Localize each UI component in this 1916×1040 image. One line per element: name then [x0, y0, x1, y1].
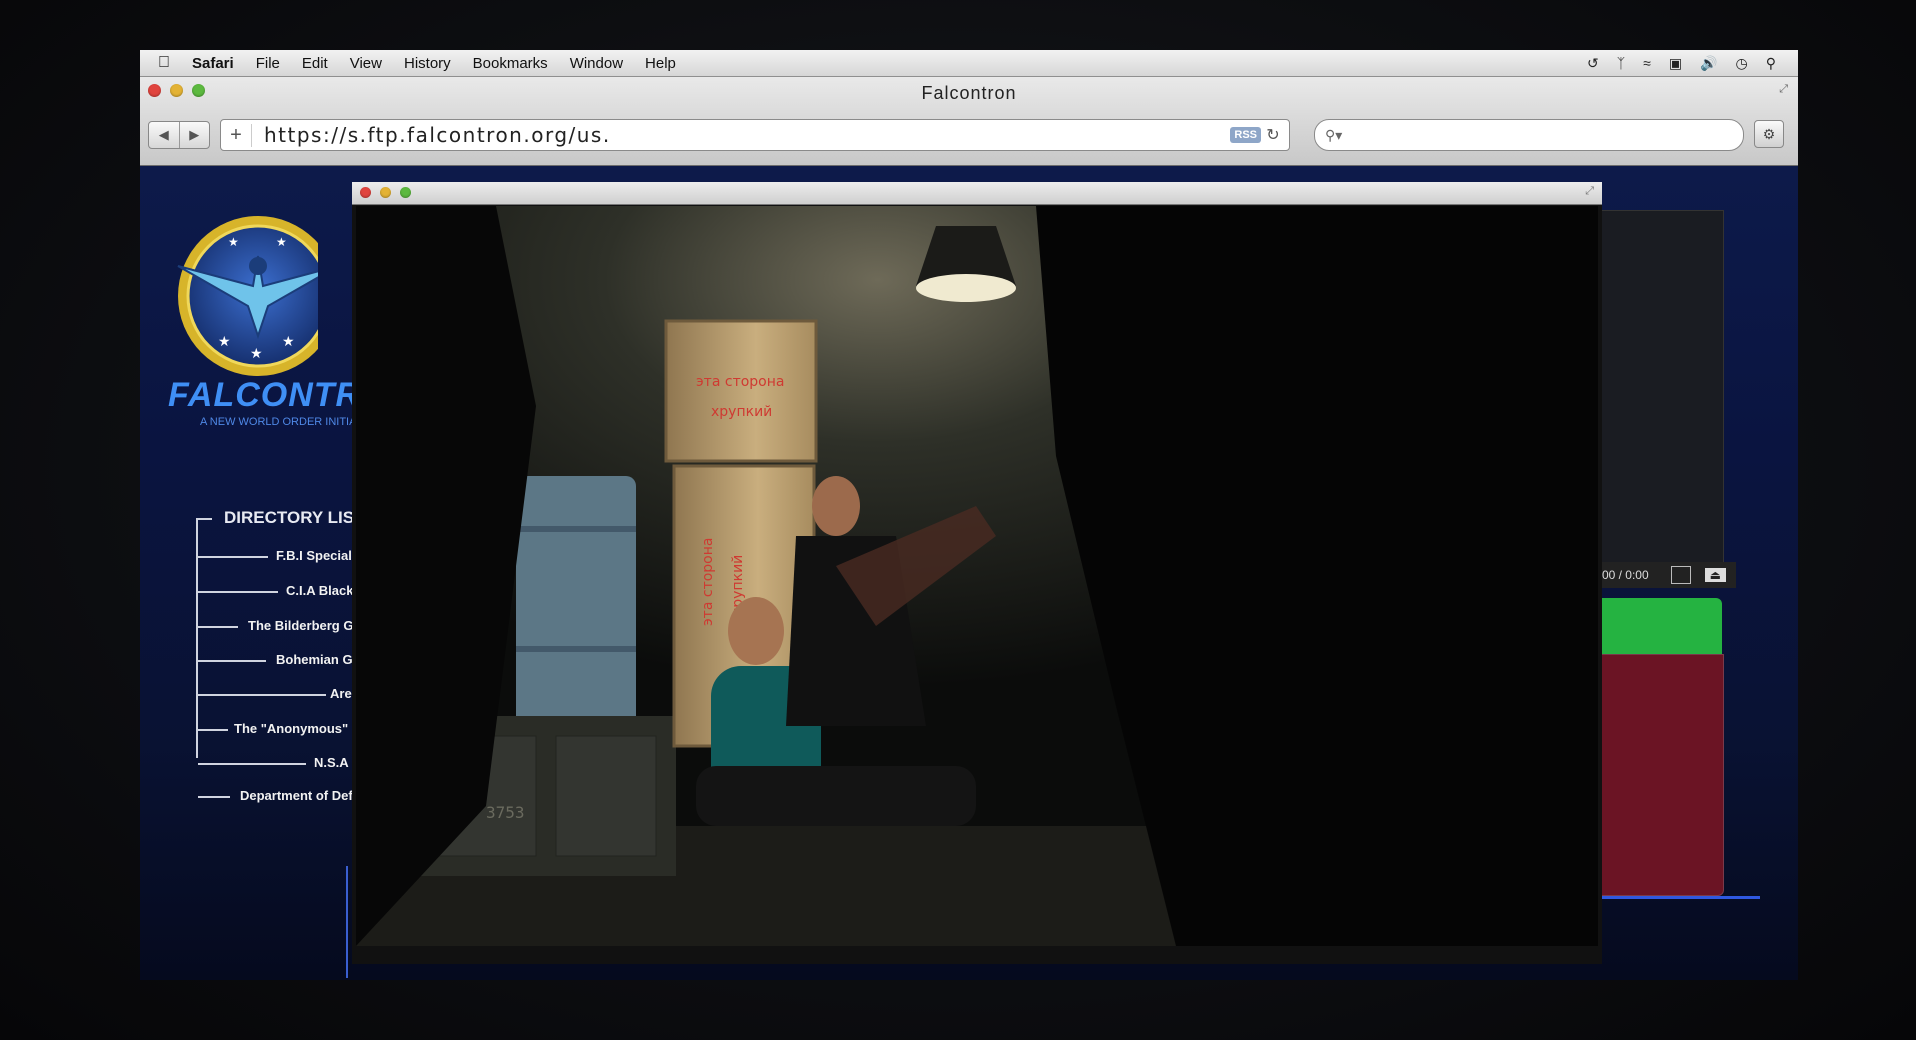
svg-text:★: ★	[276, 235, 287, 249]
crate-number: 3753	[486, 803, 525, 822]
bluetooth-icon[interactable]: ᛉ	[1617, 55, 1625, 72]
tree-line	[196, 518, 198, 758]
volume-icon[interactable]: 🔊	[1700, 55, 1717, 72]
tree-branch	[198, 729, 228, 731]
browser-toolbar: ◀ ▶ + https://s.ftp.falcontron.org/us. R…	[140, 113, 1798, 157]
site-tagline: A NEW WORLD ORDER INITIA	[200, 416, 357, 428]
menu-help[interactable]: Help	[645, 55, 676, 72]
menubar:  Safari File Edit View History Bookmark…	[140, 50, 1798, 77]
directory-item-defense[interactable]: Department of Defen	[240, 788, 368, 803]
tree-branch	[198, 626, 238, 628]
video-window-controls	[360, 187, 411, 198]
tree-branch	[198, 763, 306, 765]
apple-menu-icon[interactable]: 	[158, 54, 180, 72]
menubar-status-area: ↺ ᛉ ≈ ▣ 🔊 ◷ ⚲	[1587, 55, 1776, 72]
crate-text-1: эта сторона	[696, 374, 784, 390]
settings-gear-icon[interactable]: ⚙	[1754, 120, 1784, 148]
browser-titlebar: Falcontron ⤢ ◀ ▶ + https://s.ftp.falcont…	[140, 77, 1798, 166]
decorative-line	[346, 866, 348, 978]
menu-edit[interactable]: Edit	[302, 55, 328, 72]
tree-branch	[198, 591, 278, 593]
fullscreen-icon[interactable]	[1670, 566, 1691, 584]
wifi-icon[interactable]: ≈	[1643, 55, 1651, 72]
spotlight-icon[interactable]: ⚲	[1766, 55, 1776, 72]
falcontron-seal-logo: ★ ★ ★ ★ ★	[158, 196, 339, 381]
clock-icon[interactable]: ◷	[1736, 55, 1748, 72]
crate-text-2: хрупкий	[711, 404, 772, 420]
video-close-button[interactable]	[360, 187, 371, 198]
menu-view[interactable]: View	[350, 55, 382, 72]
video-minimize-button[interactable]	[380, 187, 391, 198]
video-window-titlebar: ⤢	[352, 182, 1602, 205]
svg-text:★: ★	[282, 334, 295, 350]
search-field[interactable]: ⚲▾	[1314, 119, 1744, 151]
video-zoom-button[interactable]	[400, 187, 411, 198]
url-text[interactable]: https://s.ftp.falcontron.org/us.	[264, 123, 611, 147]
add-bookmark-icon[interactable]: +	[221, 123, 252, 147]
window-title: Falcontron	[921, 83, 1017, 103]
reload-icon[interactable]: ↻	[1261, 125, 1285, 145]
time-machine-icon[interactable]: ↺	[1587, 55, 1599, 72]
fullscreen-icon[interactable]: ⤢	[1779, 83, 1788, 96]
menu-history[interactable]: History	[404, 55, 451, 72]
directory-item-bilderberg[interactable]: The Bilderberg Gro	[248, 618, 366, 633]
crate-text-3: эта сторона	[700, 538, 716, 626]
back-button[interactable]: ◀	[149, 122, 180, 148]
eject-icon[interactable]: ⏏	[1704, 568, 1726, 582]
tree-branch	[198, 556, 268, 558]
video-fullscreen-icon[interactable]: ⤢	[1585, 185, 1594, 198]
forward-button[interactable]: ▶	[180, 122, 210, 148]
video-window: ⤢ 3753 эта сторона хрупкий эта сторона х…	[352, 182, 1602, 964]
tree-branch	[198, 694, 326, 696]
display-icon[interactable]: ▣	[1669, 55, 1682, 72]
video-frame[interactable]: 3753 эта сторона хрупкий эта сторона хру…	[356, 206, 1598, 946]
svg-text:★: ★	[250, 346, 263, 362]
menu-bookmarks[interactable]: Bookmarks	[473, 55, 548, 72]
tree-branch	[198, 660, 266, 662]
nav-buttons: ◀ ▶	[148, 121, 210, 149]
svg-text:★: ★	[218, 334, 231, 350]
svg-text:★: ★	[228, 235, 239, 249]
rss-button[interactable]: RSS	[1230, 127, 1261, 143]
screen:  Safari File Edit View History Bookmark…	[140, 50, 1798, 980]
address-bar[interactable]: + https://s.ftp.falcontron.org/us. RSS ↻	[220, 119, 1290, 151]
menu-app-safari[interactable]: Safari	[192, 55, 234, 72]
menu-window[interactable]: Window	[570, 55, 623, 72]
menu-file[interactable]: File	[256, 55, 280, 72]
search-icon: ⚲▾	[1325, 126, 1343, 143]
tree-line	[196, 518, 212, 520]
tree-branch	[198, 796, 230, 798]
